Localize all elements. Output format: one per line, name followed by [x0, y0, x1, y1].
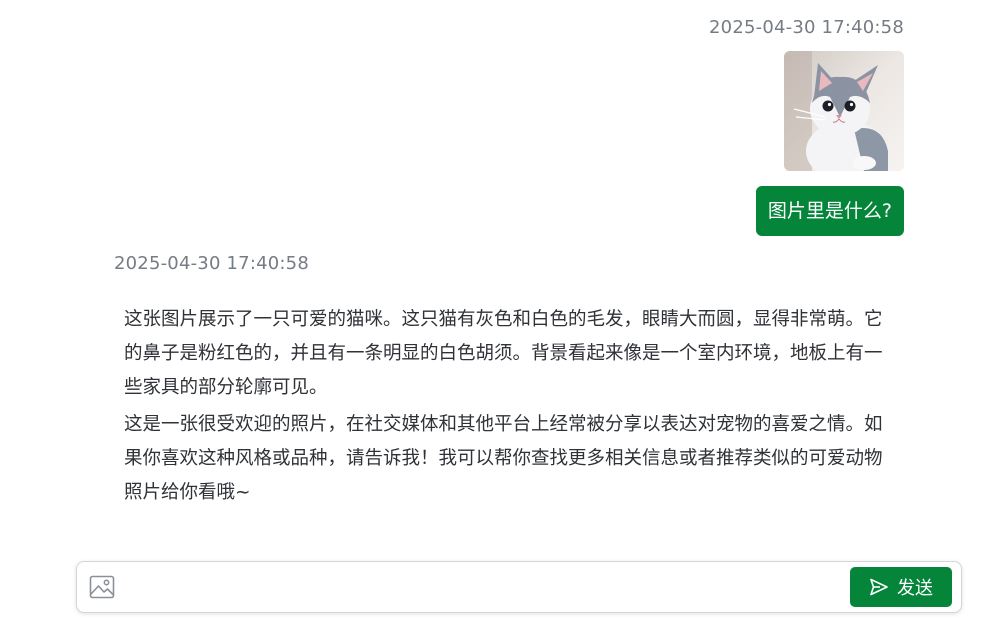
image-icon — [89, 575, 115, 599]
send-button[interactable]: 发送 — [850, 567, 952, 607]
bot-message-paragraph: 这张图片展示了一只可爱的猫咪。这只猫有灰色和白色的毛发，眼睛大而圆，显得非常萌。… — [124, 309, 883, 398]
send-icon — [870, 578, 888, 596]
user-message-timestamp: 2025-04-30 17:40:58 — [709, 17, 904, 38]
chat-window: 2025-04-30 17:40:58 图片里是什么? 2025-04-30 1… — [0, 0, 1008, 630]
user-uploaded-image[interactable] — [784, 51, 904, 171]
bot-message-paragraph: 这是一张很受欢迎的照片，在社交媒体和其他平台上经常被分享以表达对宠物的喜爱之情。… — [124, 414, 883, 503]
cat-photo — [784, 51, 904, 171]
image-upload-button[interactable] — [88, 573, 116, 601]
chat-input-bar: 发送 — [76, 561, 962, 613]
bot-message: 这张图片展示了一只可爱的猫咪。这只猫有灰色和白色的毛发，眼睛大而圆，显得非常萌。… — [124, 303, 892, 513]
message-input[interactable] — [129, 570, 833, 606]
send-button-label: 发送 — [897, 578, 933, 599]
user-message-bubble: 图片里是什么? — [755, 186, 904, 236]
bot-message-timestamp: 2025-04-30 17:40:58 — [114, 253, 309, 274]
